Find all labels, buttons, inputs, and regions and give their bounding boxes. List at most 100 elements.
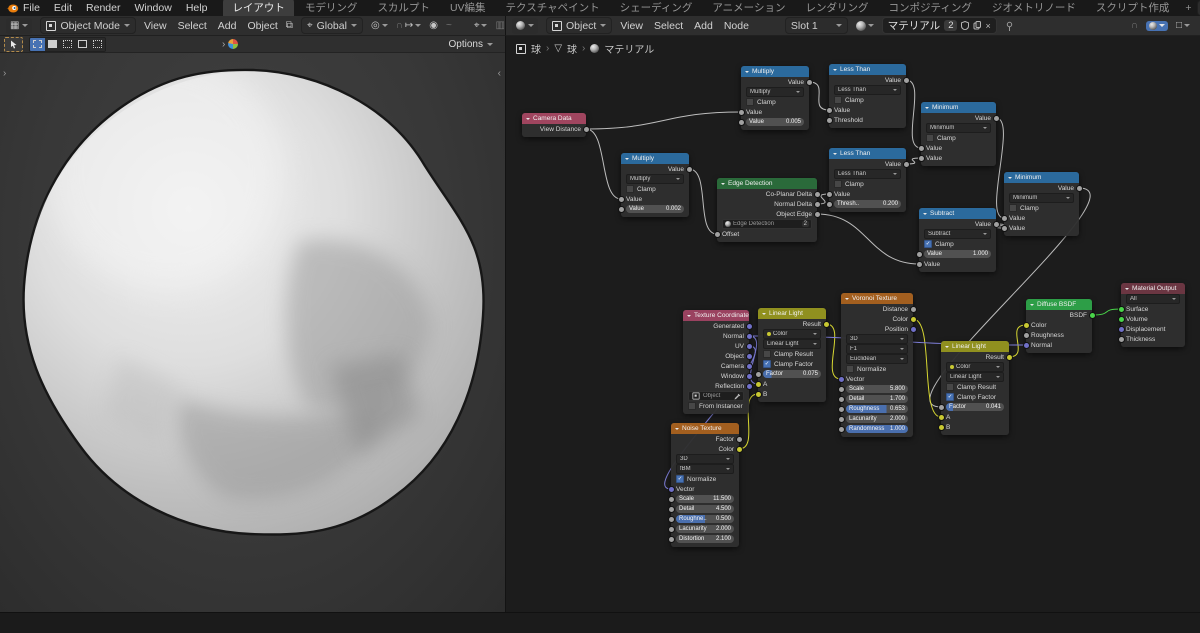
toolbar-expand-icon[interactable]: › (3, 68, 6, 79)
node-select-color[interactable]: Color (946, 362, 1004, 372)
node-minimum-2[interactable]: Minimum Value Minimum Clamp Value Value (1001, 172, 1082, 236)
value-field-scale[interactable]: Scale 11.500 (676, 495, 734, 503)
shader-menu-view[interactable]: View (620, 20, 643, 32)
workspace-tab-item[interactable]: ジオメトリノード (983, 0, 1085, 16)
checkbox-clamp-factor[interactable]: ✓ (946, 393, 954, 401)
eyedropper-icon[interactable] (734, 393, 741, 400)
shader-menu-add[interactable]: Add (694, 20, 713, 32)
checkbox-clamp[interactable] (746, 98, 754, 106)
node-edge-detection[interactable]: Edge Detection Co-Planar Delta Normal Delt… (714, 178, 820, 242)
menu-edit[interactable]: Edit (54, 2, 72, 14)
shader-type-selector[interactable]: Object (546, 17, 613, 34)
checkbox-normalize[interactable] (846, 365, 854, 373)
menu-render[interactable]: Render (86, 2, 120, 14)
collapse-icon[interactable] (721, 182, 725, 185)
checkbox-clamp[interactable] (626, 185, 634, 193)
checkbox-normalize[interactable]: ✓ (676, 475, 684, 483)
collapse-icon[interactable] (1125, 287, 1129, 290)
shader-menu-select[interactable]: Select (654, 20, 683, 32)
checkbox-from-instancer[interactable] (688, 402, 696, 410)
object-picker-field[interactable]: Object (688, 391, 744, 401)
value-field-value[interactable]: Value 0.002 (626, 205, 684, 213)
node-linear-light-1[interactable]: Linear Light Result Color Linear Light Clamp… (755, 308, 829, 402)
snapping-menu-button[interactable] (1145, 20, 1168, 31)
node-voronoi[interactable]: Voronoi Texture Distance Color Position 3D F1… (838, 293, 916, 437)
socket-out-normal[interactable] (746, 333, 752, 339)
active-tool-button[interactable] (4, 36, 23, 52)
socket-in-thickness[interactable] (1118, 336, 1124, 342)
node-select-fbm[interactable]: fBM (676, 464, 734, 474)
socket-out-position[interactable] (910, 326, 916, 332)
socket-out-value[interactable] (1076, 185, 1082, 191)
proportional-editing-icon[interactable]: ◉ (429, 20, 438, 31)
node-material-output[interactable]: Material Output All Surface Volume Displacem… (1118, 283, 1185, 347)
checkbox-clamp[interactable]: ✓ (924, 240, 932, 248)
collapse-icon[interactable] (945, 345, 949, 348)
socket-in-displacement[interactable] (1118, 326, 1124, 332)
socket-in-value[interactable] (918, 155, 924, 161)
socket-out-bsdf[interactable] (1089, 312, 1095, 318)
menu-window[interactable]: Window (134, 2, 171, 14)
display-options-button[interactable]: □ (1176, 20, 1190, 31)
workspace-tab-item[interactable]: コンポジティング (879, 0, 980, 16)
collapse-icon[interactable] (762, 312, 766, 315)
node-header-subtract[interactable]: Subtract (919, 208, 996, 219)
sidebar-expand-icon[interactable]: ‹ (498, 68, 501, 79)
socket-in-detail[interactable] (838, 396, 844, 402)
snap-toggle-button[interactable]: ∩ ↦ (396, 20, 422, 31)
collapse-icon[interactable] (925, 106, 929, 109)
socket-in-detail[interactable] (668, 506, 674, 512)
value-field-scale[interactable]: Scale 5.800 (846, 385, 908, 393)
socket-in-value[interactable] (916, 261, 922, 267)
socket-in-volume[interactable] (1118, 316, 1124, 322)
unlink-material-icon[interactable]: × (985, 21, 990, 31)
socket-out-normal-delta[interactable] (814, 201, 820, 207)
workspace-tab-item[interactable]: レイアウト (223, 0, 294, 16)
editor-type-button[interactable]: ▦ (6, 17, 33, 34)
node-noise[interactable]: Noise Texture Factor Color 3D fBM ✓ Normalize V… (668, 423, 742, 547)
collapse-icon[interactable] (833, 68, 837, 71)
socket-in-surface[interactable] (1118, 306, 1124, 312)
checkbox-clamp[interactable] (1009, 204, 1017, 212)
socket-out-value[interactable] (903, 77, 909, 83)
checkbox-clamp[interactable] (926, 134, 934, 142)
socket-out-value[interactable] (686, 166, 692, 172)
socket-in-value[interactable] (618, 206, 624, 212)
select-mode-box[interactable] (30, 37, 45, 51)
socket-in-factor[interactable] (755, 371, 761, 377)
checkbox-clamp-factor[interactable]: ✓ (763, 360, 771, 368)
collapse-icon[interactable] (923, 212, 927, 215)
socket-in-color[interactable] (1023, 322, 1029, 328)
socket-out-object[interactable] (746, 353, 752, 359)
node-header-noise[interactable]: Noise Texture (671, 423, 739, 434)
node-header-linear-light-1[interactable]: Linear Light (758, 308, 826, 319)
node-select-linear-light[interactable]: Linear Light (946, 372, 1004, 382)
socket-in-normal[interactable] (1023, 342, 1029, 348)
tool-settings-expand[interactable]: › (222, 39, 239, 50)
orientation-selector[interactable]: ⌖ Global (300, 17, 363, 34)
value-field-detail[interactable]: Detail 1.700 (846, 395, 908, 403)
socket-out-value[interactable] (993, 115, 999, 121)
socket-in-scale[interactable] (838, 386, 844, 392)
collapse-icon[interactable] (526, 117, 530, 120)
node-linear-light-2[interactable]: Linear Light Result Color Linear Light Clamp… (938, 341, 1012, 435)
socket-out-result[interactable] (823, 321, 829, 327)
node-select-minimum[interactable]: Minimum (1009, 193, 1074, 203)
socket-out-result[interactable] (1006, 354, 1012, 360)
collapse-icon[interactable] (625, 157, 629, 160)
workspace-tab-uv[interactable]: UV編集 (441, 0, 495, 16)
node-minimum-1[interactable]: Minimum Value Minimum Clamp Value Value (918, 102, 999, 166)
socket-in-roughness[interactable] (838, 406, 844, 412)
checkbox-clamp[interactable] (834, 96, 842, 104)
value-field-lacunarity[interactable]: Lacunarity 2.000 (846, 415, 908, 423)
socket-in-roughness[interactable] (1023, 332, 1029, 338)
socket-out-value[interactable] (806, 79, 812, 85)
node-select-minimum[interactable]: Minimum (926, 123, 991, 133)
menu-file[interactable]: File (23, 2, 40, 14)
viewport-menu-add[interactable]: Add (218, 20, 237, 32)
viewport-menu-view[interactable]: View (144, 20, 167, 32)
overlap-icon[interactable]: ⧉ (286, 20, 293, 31)
pin-icon[interactable] (1005, 21, 1014, 31)
node-header-multiply-1[interactable]: Multiply (741, 66, 809, 77)
socket-in-vector[interactable] (668, 486, 674, 492)
